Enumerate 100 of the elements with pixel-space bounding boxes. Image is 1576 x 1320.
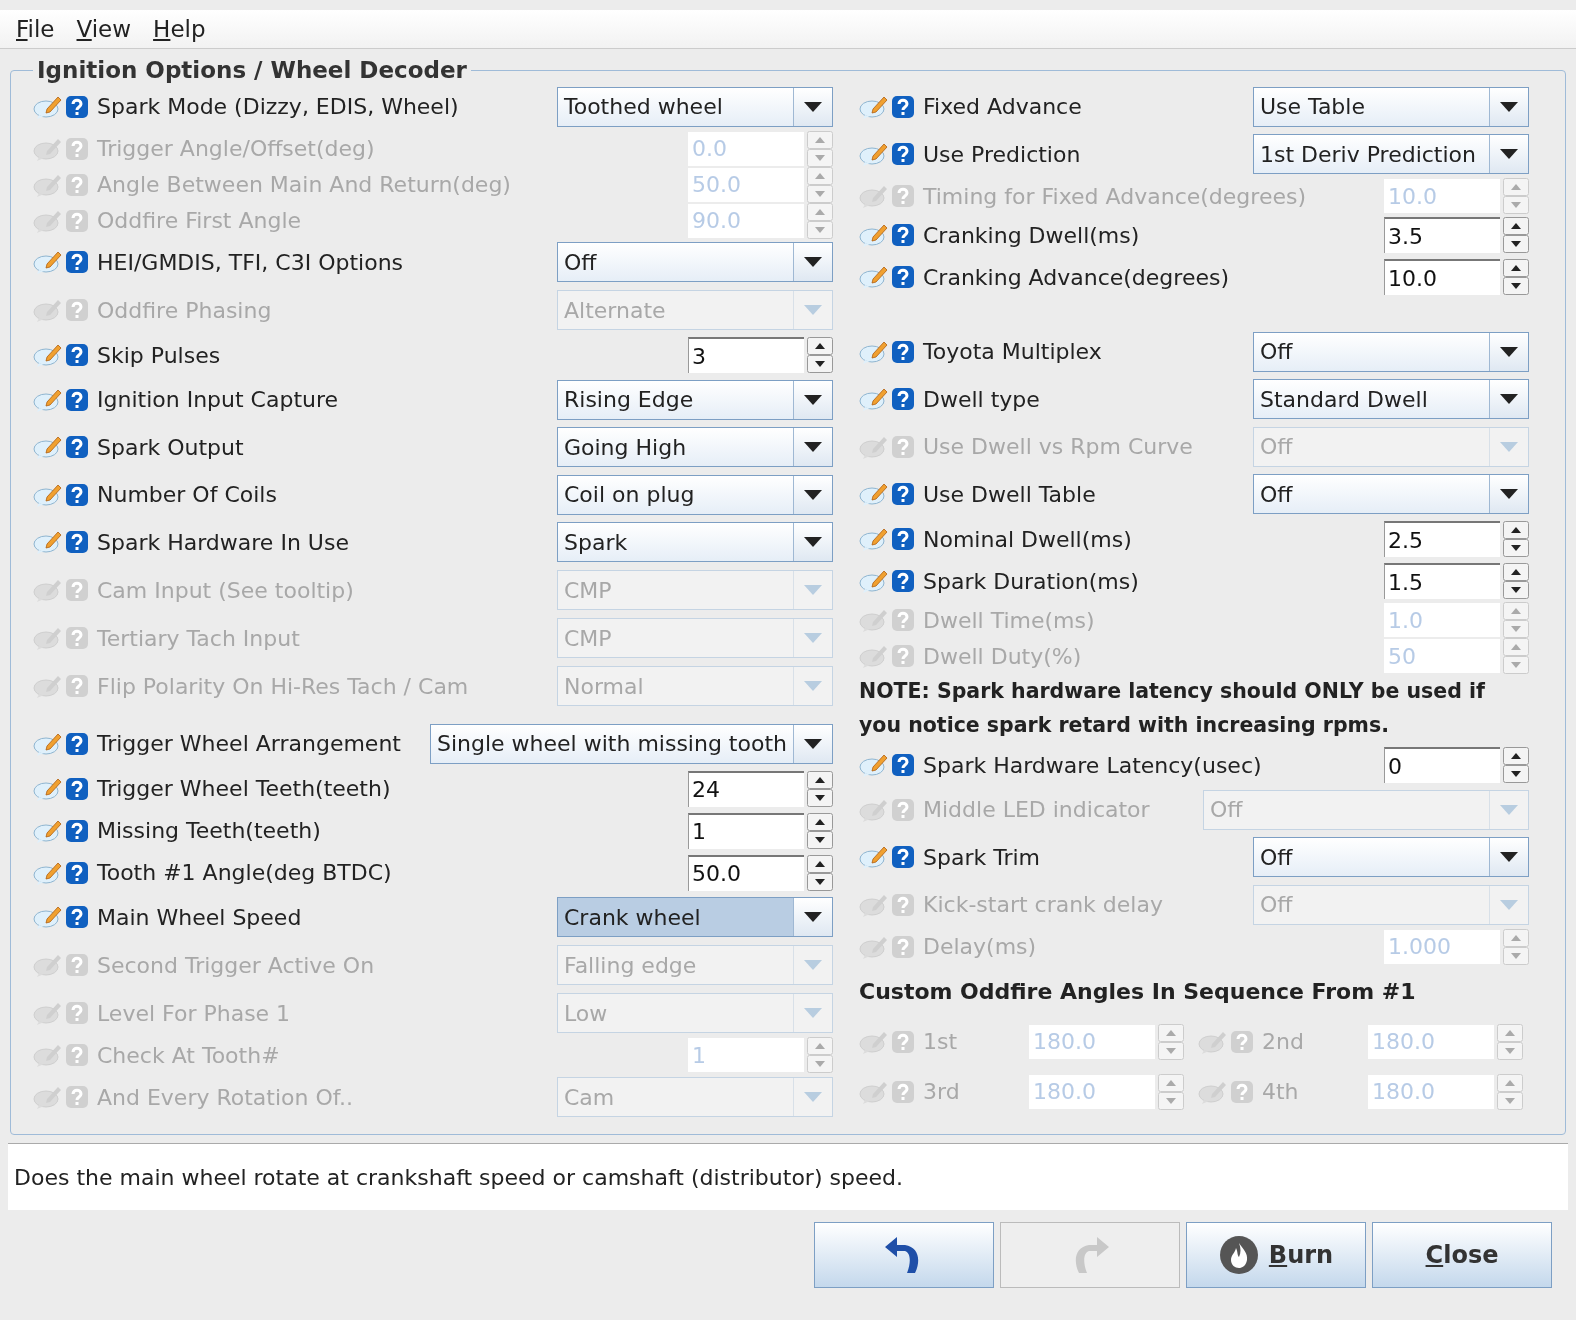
number-field[interactable]: 3 [688, 337, 804, 373]
number-field[interactable]: 3.5 [1384, 217, 1500, 253]
help-icon[interactable] [891, 94, 915, 119]
help-icon[interactable] [891, 223, 915, 247]
field-label: Spark Output [97, 434, 244, 460]
help-icon[interactable] [65, 387, 89, 412]
pencil-bubble-icon[interactable] [33, 904, 63, 931]
pencil-bubble-icon[interactable] [859, 386, 889, 413]
pencil-bubble-icon[interactable] [33, 249, 63, 276]
help-icon[interactable] [65, 250, 89, 275]
dropdown[interactable]: Off [1253, 331, 1529, 372]
spinner-arrows-icon[interactable] [807, 854, 833, 891]
burn-button[interactable]: Burn [1186, 1222, 1366, 1288]
help-icon[interactable] [65, 530, 89, 555]
pencil-bubble-icon[interactable] [33, 952, 63, 978]
dropdown[interactable]: Coil on plug [557, 474, 833, 515]
pencil-bubble-icon[interactable] [859, 752, 889, 778]
pencil-bubble-icon[interactable] [859, 141, 889, 168]
field-label: And Every Rotation Of.. [97, 1084, 353, 1110]
number-field[interactable]: 1 [688, 812, 804, 849]
pencil-bubble-icon[interactable] [859, 183, 889, 209]
number-field[interactable]: 1.5 [1384, 563, 1500, 599]
close-button[interactable]: Close [1372, 1222, 1552, 1288]
caret-down-icon [1500, 441, 1518, 452]
dropdown[interactable]: Spark [557, 522, 833, 563]
help-icon[interactable] [891, 387, 915, 412]
pencil-bubble-icon[interactable] [33, 297, 63, 323]
redo-button[interactable] [1000, 1222, 1180, 1288]
help-icon[interactable] [891, 845, 915, 870]
help-icon[interactable] [891, 482, 915, 507]
help-icon[interactable] [891, 569, 915, 593]
pencil-bubble-icon[interactable] [859, 222, 889, 248]
field-label: Fixed Advance [923, 94, 1082, 120]
pencil-bubble-icon[interactable] [33, 342, 63, 368]
help-icon[interactable] [65, 776, 89, 801]
pencil-bubble-icon[interactable] [33, 1084, 63, 1110]
menu-item[interactable]: Help [153, 16, 206, 42]
undo-button[interactable] [814, 1222, 994, 1288]
panel-title: Ignition Options / Wheel Decoder [36, 57, 468, 83]
number-field[interactable]: 0 [1384, 747, 1500, 783]
pencil-bubble-icon[interactable] [33, 577, 63, 603]
help-icon[interactable] [65, 860, 89, 885]
pencil-bubble-icon[interactable] [33, 434, 63, 461]
number-field[interactable]: 24 [688, 770, 804, 807]
field-label: Dwell type [923, 386, 1040, 412]
pencil-bubble-icon[interactable] [859, 526, 889, 552]
caret-down-icon [804, 257, 822, 268]
number-field[interactable]: 2.5 [1384, 521, 1500, 557]
help-icon[interactable] [65, 731, 89, 756]
menu-item[interactable]: View [76, 16, 132, 42]
help-icon[interactable] [65, 818, 89, 843]
help-icon[interactable] [65, 905, 89, 930]
spinner-arrows-icon[interactable] [807, 337, 833, 373]
pencil-bubble-icon[interactable] [33, 1000, 63, 1026]
pencil-bubble-icon[interactable] [33, 625, 63, 651]
pencil-bubble-icon[interactable] [859, 568, 889, 594]
pencil-bubble-icon[interactable] [33, 529, 63, 556]
spinner-arrows-icon[interactable] [807, 770, 833, 807]
field-label: 1st [923, 1029, 959, 1054]
help-icon[interactable] [891, 753, 915, 777]
help-text: Does the main wheel rotate at crankshaft speed or camshaft (distributor) speed. [14, 1164, 903, 1190]
dropdown[interactable]: Standard Dwell [1253, 379, 1529, 420]
number-field[interactable]: 10.0 [1384, 259, 1500, 295]
pencil-bubble-icon[interactable] [859, 643, 889, 669]
dropdown[interactable]: Toothed wheel [557, 86, 833, 127]
dropdown[interactable]: Going High [557, 427, 833, 468]
help-icon[interactable] [891, 339, 915, 364]
dropdown[interactable]: Off [557, 242, 833, 283]
help-icon[interactable] [65, 435, 89, 460]
help-icon[interactable] [65, 94, 89, 119]
spinner-arrows-icon[interactable] [1503, 259, 1529, 295]
dropdown[interactable]: 1st Deriv Prediction [1253, 134, 1529, 175]
pencil-bubble-icon[interactable] [859, 607, 889, 633]
dropdown[interactable]: Off [1253, 837, 1529, 878]
help-icon[interactable] [891, 265, 915, 289]
help-icon[interactable] [891, 142, 915, 167]
help-icon[interactable] [891, 527, 915, 551]
caret-down-icon [804, 101, 822, 112]
pencil-bubble-icon[interactable] [859, 481, 889, 508]
dropdown[interactable]: Use Table [1253, 86, 1529, 127]
dropdown[interactable]: Rising Edge [557, 379, 833, 420]
menu-item[interactable]: File [16, 16, 55, 42]
number-field[interactable]: 50.0 [688, 854, 804, 891]
field-label: Ignition Input Capture [97, 387, 339, 413]
pencil-bubble-icon[interactable] [859, 844, 889, 871]
help-icon[interactable] [65, 482, 89, 507]
caret-down-icon [804, 738, 822, 749]
help-icon[interactable] [65, 343, 89, 367]
dropdown[interactable]: Off [1253, 474, 1529, 515]
spinner-arrows-icon[interactable] [1503, 521, 1529, 557]
field-label: 2nd [1262, 1029, 1305, 1054]
pencil-bubble-icon[interactable] [33, 673, 63, 699]
dropdown[interactable]: Single wheel with missing tooth [430, 723, 833, 764]
spinner-arrows-icon[interactable] [807, 812, 833, 849]
spinner-arrows-icon[interactable] [1503, 217, 1529, 253]
spinner-arrows-icon[interactable] [1503, 563, 1529, 599]
pencil-bubble-icon[interactable] [859, 264, 889, 290]
pencil-bubble-icon[interactable] [33, 1042, 63, 1068]
spinner-arrows-icon[interactable] [1503, 747, 1529, 783]
dropdown[interactable]: Crank wheel [557, 897, 833, 938]
